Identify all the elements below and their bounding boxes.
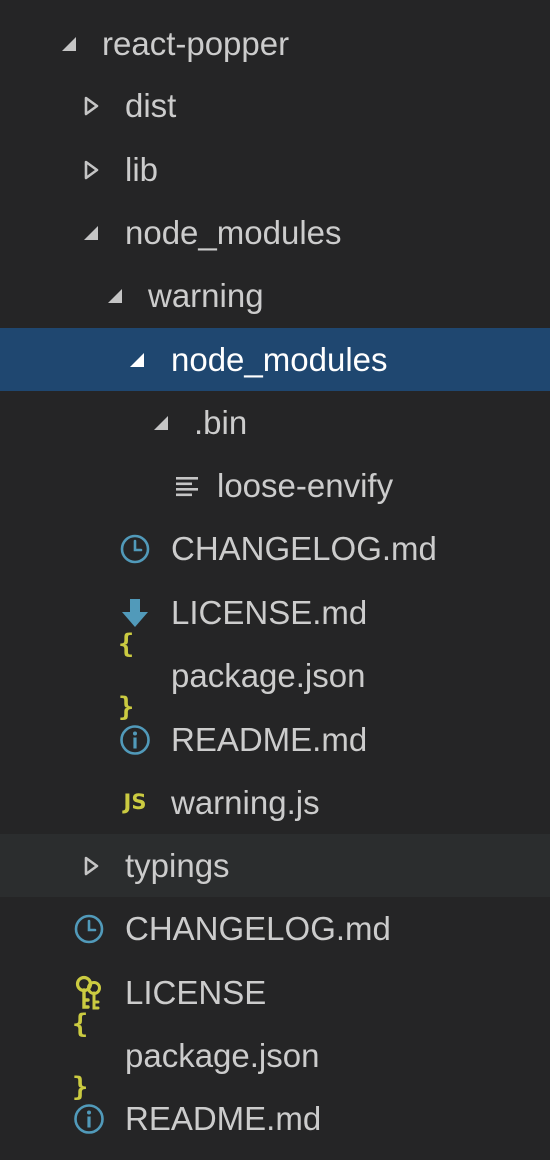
tree-item-readme[interactable]: README.md — [0, 708, 550, 771]
tree-item-label: warning — [148, 277, 264, 314]
chevron-expanded-icon[interactable] — [150, 412, 172, 434]
braces-icon: { } — [118, 628, 136, 723]
tree-item-changelog[interactable]: CHANGELOG.md — [0, 517, 550, 580]
tree-item-react-popper[interactable]: react-popper — [0, 12, 550, 75]
tree-item-package-json[interactable]: { } package.json — [0, 628, 550, 723]
tree-item-node-modules-selected[interactable]: node_modules — [0, 328, 550, 391]
tree-item-label: loose-envify — [217, 467, 394, 504]
tree-item-label: typings — [125, 847, 230, 884]
chevron-expanded-icon[interactable] — [80, 222, 102, 244]
info-icon — [72, 1102, 106, 1136]
tree-item-label: dist — [125, 87, 177, 124]
file-explorer-tree: react-popper dist lib node_modules warni… — [0, 0, 550, 1160]
tree-item-label: README.md — [125, 1100, 322, 1137]
chevron-collapsed-icon[interactable] — [80, 95, 102, 117]
tree-item-label: lib — [125, 151, 159, 188]
tree-item-bin[interactable]: .bin — [0, 391, 550, 454]
chevron-collapsed-icon[interactable] — [80, 855, 102, 877]
tree-item-readme-root[interactable]: README.md — [0, 1087, 550, 1150]
tree-item-label: warning.js — [171, 784, 320, 821]
tree-item-typings[interactable]: typings — [0, 834, 550, 897]
tree-item-warning-js[interactable]: JS warning.js — [0, 771, 550, 834]
clock-icon — [118, 532, 152, 566]
tree-item-label: package.json — [171, 657, 366, 694]
tree-item-label: node_modules — [171, 341, 388, 378]
tree-item-label: CHANGELOG.md — [171, 530, 437, 567]
tree-item-label: LICENSE — [125, 974, 267, 1011]
tree-item-node-modules[interactable]: node_modules — [0, 201, 550, 264]
js-icon: JS — [123, 790, 147, 814]
chevron-collapsed-icon[interactable] — [80, 159, 102, 181]
lines-icon — [170, 469, 204, 503]
chevron-expanded-icon[interactable] — [126, 349, 148, 371]
chevron-expanded-icon[interactable] — [58, 33, 80, 55]
tree-item-package-json-root[interactable]: { } package.json — [0, 1008, 550, 1103]
tree-item-dist[interactable]: dist — [0, 74, 550, 137]
tree-item-label: LICENSE.md — [171, 594, 368, 631]
tree-item-label: react-popper — [102, 25, 290, 62]
tree-item-lib[interactable]: lib — [0, 138, 550, 201]
chevron-expanded-icon[interactable] — [104, 285, 126, 307]
tree-item-label: CHANGELOG.md — [125, 910, 391, 947]
tree-item-label: node_modules — [125, 214, 342, 251]
tree-item-loose-envify[interactable]: loose-envify — [0, 454, 550, 517]
tree-item-label: README.md — [171, 721, 368, 758]
tree-item-license-md[interactable]: LICENSE.md — [0, 581, 550, 644]
tree-item-label: package.json — [125, 1037, 320, 1074]
braces-icon: { } — [72, 1008, 90, 1103]
tree-item-changelog-root[interactable]: CHANGELOG.md — [0, 897, 550, 960]
clock-icon — [72, 912, 106, 946]
info-icon — [118, 723, 152, 757]
tree-item-warning[interactable]: warning — [0, 264, 550, 327]
tree-item-label: .bin — [194, 404, 248, 441]
